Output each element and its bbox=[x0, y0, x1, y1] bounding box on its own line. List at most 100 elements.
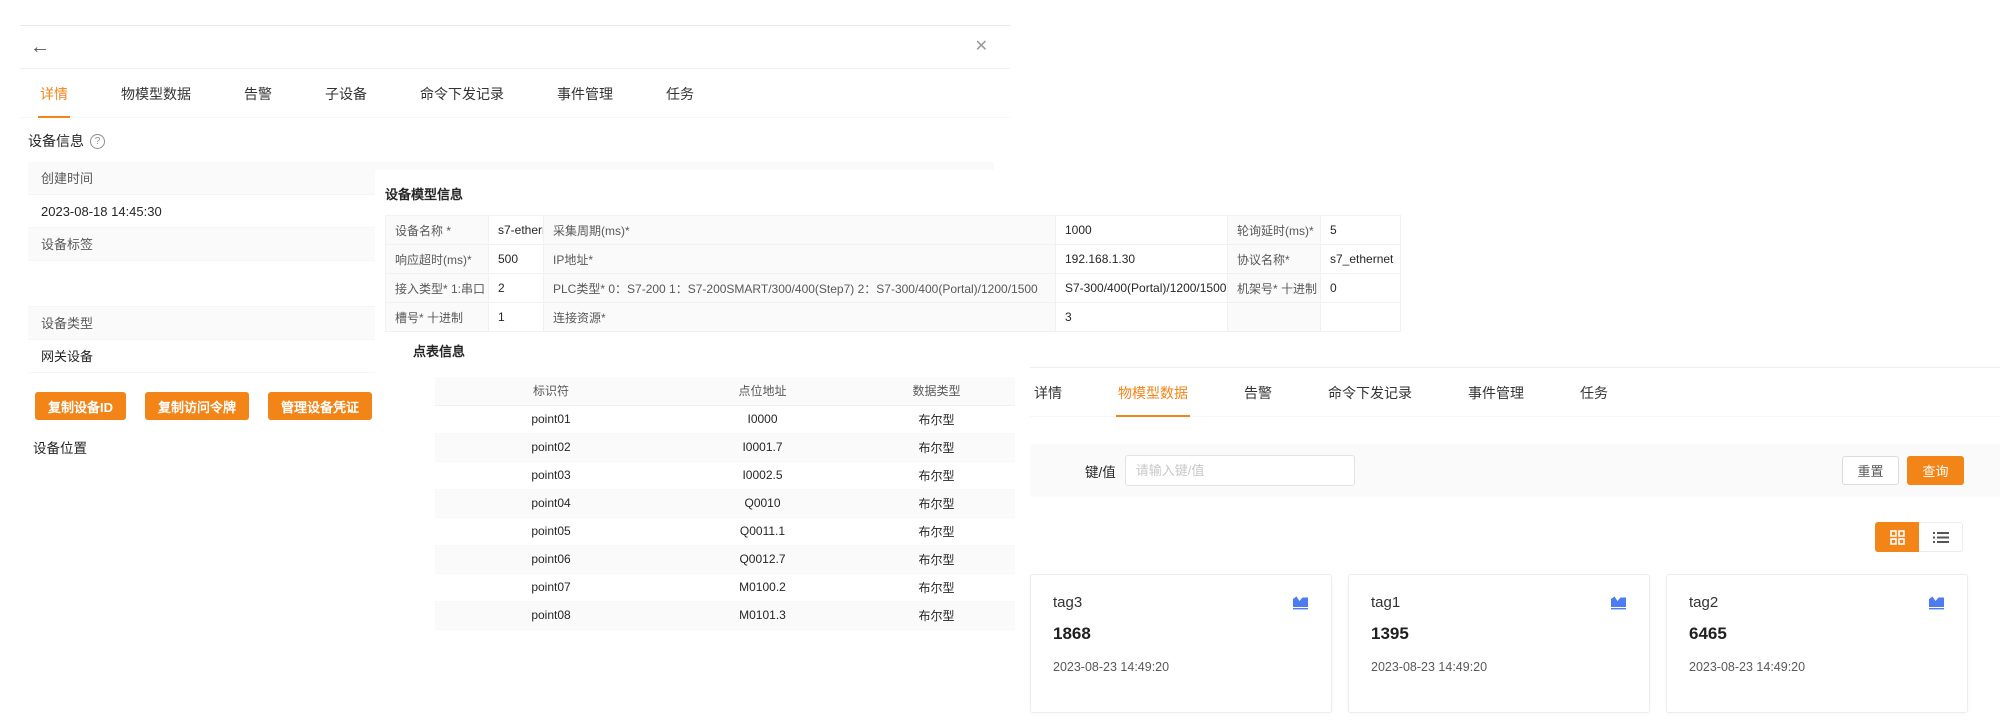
point-row: point04 Q0010 布尔型 bbox=[435, 489, 1015, 517]
tab-command-log[interactable]: 命令下发记录 bbox=[1326, 368, 1414, 416]
manage-credentials-button[interactable]: 管理设备凭证 bbox=[268, 392, 372, 420]
tag-card[interactable]: tag1 1395 2023-08-23 14:49:20 bbox=[1348, 574, 1650, 713]
grid-view-button[interactable] bbox=[1875, 522, 1919, 552]
reset-button[interactable]: 重置 bbox=[1842, 456, 1899, 485]
copy-access-token-button[interactable]: 复制访问令牌 bbox=[145, 392, 249, 420]
dialog-header: ← ✕ bbox=[20, 25, 1010, 69]
model-cell-value: 5 bbox=[1321, 216, 1401, 245]
model-cell-label: 槽号* 十进制 bbox=[386, 303, 489, 332]
tab-alarms[interactable]: 告警 bbox=[1242, 368, 1274, 416]
close-icon[interactable]: ✕ bbox=[975, 39, 988, 55]
tag-timestamp: 2023-08-23 14:49:20 bbox=[1371, 660, 1627, 674]
model-cell-value: 0 bbox=[1321, 274, 1401, 303]
point-identifier: point05 bbox=[435, 517, 667, 545]
tab-alarms[interactable]: 告警 bbox=[242, 69, 274, 117]
model-cell-label: 协议名称* bbox=[1228, 245, 1321, 274]
model-row: 设备名称 * s7-ethernet 采集周期(ms)* 1000 轮询延时(m… bbox=[386, 216, 1401, 245]
device-info-title: 设备信息 ? bbox=[28, 131, 1010, 151]
model-cell-value bbox=[1321, 303, 1401, 332]
point-row: point03 I0002.5 布尔型 bbox=[435, 461, 1015, 489]
model-cell-label: IP地址* bbox=[544, 245, 1056, 274]
tab-event-management[interactable]: 事件管理 bbox=[555, 69, 615, 117]
point-row: point08 M0101.3 布尔型 bbox=[435, 601, 1015, 629]
list-view-button[interactable] bbox=[1919, 522, 1963, 552]
point-address: I0000 bbox=[667, 405, 858, 433]
point-data-type: 布尔型 bbox=[858, 517, 1015, 545]
point-identifier: point01 bbox=[435, 405, 667, 433]
model-cell-label: 接入类型* 1:串口 2:以太网 bbox=[386, 274, 489, 303]
point-address: Q0011.1 bbox=[667, 517, 858, 545]
point-identifier: point04 bbox=[435, 489, 667, 517]
copy-device-id-button[interactable]: 复制设备ID bbox=[35, 392, 126, 420]
point-row: point06 Q0012.7 布尔型 bbox=[435, 545, 1015, 573]
tag-value: 1868 bbox=[1053, 624, 1309, 644]
point-row: point02 I0001.7 布尔型 bbox=[435, 433, 1015, 461]
back-icon[interactable]: ← bbox=[30, 37, 50, 57]
col-point-address: 点位地址 bbox=[667, 377, 858, 405]
point-row: point01 I0000 布尔型 bbox=[435, 405, 1015, 433]
tab-tasks[interactable]: 任务 bbox=[664, 69, 696, 117]
area-chart-icon[interactable] bbox=[1292, 595, 1309, 610]
view-toggle bbox=[1030, 522, 1963, 552]
point-identifier: point03 bbox=[435, 461, 667, 489]
point-identifier: point02 bbox=[435, 433, 667, 461]
model-cell-value: 2 bbox=[489, 274, 544, 303]
tag-value: 1395 bbox=[1371, 624, 1627, 644]
point-address: I0001.7 bbox=[667, 433, 858, 461]
model-row: 接入类型* 1:串口 2:以太网 2 PLC类型* 0：S7-200 1：S7-… bbox=[386, 274, 1401, 303]
point-row: point07 M0100.2 布尔型 bbox=[435, 573, 1015, 601]
list-icon bbox=[1933, 531, 1949, 544]
tag-timestamp: 2023-08-23 14:49:20 bbox=[1689, 660, 1945, 674]
grid-icon bbox=[1890, 530, 1905, 545]
point-data-type: 布尔型 bbox=[858, 601, 1015, 629]
tag-name: tag3 bbox=[1053, 594, 1082, 611]
point-identifier: point06 bbox=[435, 545, 667, 573]
tag-timestamp: 2023-08-23 14:49:20 bbox=[1053, 660, 1309, 674]
tab-details[interactable]: 详情 bbox=[38, 69, 70, 117]
tag-card[interactable]: tag2 6465 2023-08-23 14:49:20 bbox=[1666, 574, 1968, 713]
point-identifier: point08 bbox=[435, 601, 667, 629]
model-cell-label: 机架号* 十进制 bbox=[1228, 274, 1321, 303]
search-bar: 键/值 重置 查询 bbox=[1030, 444, 2000, 497]
help-icon[interactable]: ? bbox=[90, 134, 105, 149]
tag-value: 6465 bbox=[1689, 624, 1945, 644]
point-table-title: 点表信息 bbox=[413, 341, 1405, 360]
tab-command-log[interactable]: 命令下发记录 bbox=[418, 69, 506, 117]
query-button[interactable]: 查询 bbox=[1907, 456, 1964, 485]
area-chart-icon[interactable] bbox=[1610, 595, 1627, 610]
model-row: 响应超时(ms)* 500 IP地址* 192.168.1.30 协议名称* s… bbox=[386, 245, 1401, 274]
point-data-type: 布尔型 bbox=[858, 461, 1015, 489]
point-data-type: 布尔型 bbox=[858, 489, 1015, 517]
key-value-label: 键/值 bbox=[1085, 461, 1116, 481]
device-info-title-text: 设备信息 bbox=[28, 131, 84, 151]
area-chart-icon[interactable] bbox=[1928, 595, 1945, 610]
model-cell-value: s7_ethernet bbox=[1321, 245, 1401, 274]
tag-name: tag2 bbox=[1689, 594, 1718, 611]
model-cell-label bbox=[1228, 303, 1321, 332]
tab-thing-model-data[interactable]: 物模型数据 bbox=[119, 69, 193, 117]
right-tab-bar: 详情 物模型数据 告警 命令下发记录 事件管理 任务 bbox=[1030, 368, 2000, 417]
tab-sub-devices[interactable]: 子设备 bbox=[323, 69, 369, 117]
device-model-table: 设备名称 * s7-ethernet 采集周期(ms)* 1000 轮询延时(m… bbox=[385, 215, 1401, 332]
col-identifier: 标识符 bbox=[435, 377, 667, 405]
point-address: M0101.3 bbox=[667, 601, 858, 629]
col-data-type: 数据类型 bbox=[858, 377, 1015, 405]
tag-name: tag1 bbox=[1371, 594, 1400, 611]
model-cell-label: PLC类型* 0：S7-200 1：S7-200SMART/300/400(St… bbox=[544, 274, 1056, 303]
tag-cards: tag3 1868 2023-08-23 14:49:20 tag1 bbox=[1030, 574, 2000, 713]
key-value-input[interactable] bbox=[1125, 455, 1355, 486]
point-address: Q0010 bbox=[667, 489, 858, 517]
tag-card[interactable]: tag3 1868 2023-08-23 14:49:20 bbox=[1030, 574, 1332, 713]
model-cell-label: 设备名称 * bbox=[386, 216, 489, 245]
tab-details[interactable]: 详情 bbox=[1032, 368, 1064, 416]
model-cell-value: S7-300/400(Portal)/1200/1500 bbox=[1056, 274, 1228, 303]
tab-thing-model-data[interactable]: 物模型数据 bbox=[1116, 368, 1190, 416]
model-row: 槽号* 十进制 1 连接资源* 3 bbox=[386, 303, 1401, 332]
tab-tasks[interactable]: 任务 bbox=[1578, 368, 1610, 416]
point-address: M0100.2 bbox=[667, 573, 858, 601]
point-data-type: 布尔型 bbox=[858, 573, 1015, 601]
point-table-header: 标识符 点位地址 数据类型 bbox=[435, 377, 1015, 405]
tab-event-management[interactable]: 事件管理 bbox=[1466, 368, 1526, 416]
model-cell-label: 响应超时(ms)* bbox=[386, 245, 489, 274]
model-cell-label: 连接资源* bbox=[544, 303, 1056, 332]
